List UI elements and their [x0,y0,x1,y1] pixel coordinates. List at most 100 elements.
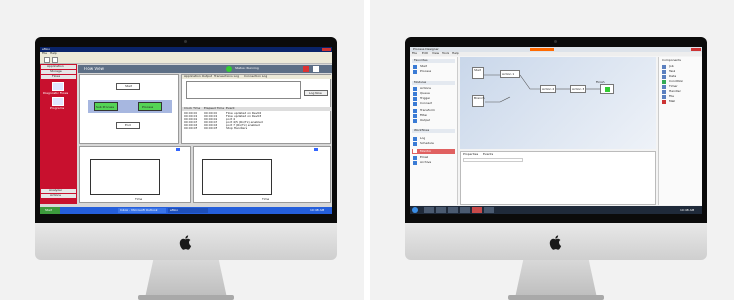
file-icon [662,95,666,99]
sidebar-item-transform[interactable]: Transform [413,109,455,113]
log-cell: 00:00:05 [204,127,218,130]
sidebar-item-monitor[interactable]: Monitor [412,149,455,154]
sidebar-actions[interactable]: Actions [50,194,61,197]
palette-item-label: Timer [669,85,678,88]
palette-item-handler[interactable]: Handler [662,90,700,94]
sidebar-item-log[interactable]: Log [413,137,455,141]
node-finish-label: Finish [596,81,605,84]
menu-file[interactable]: File [42,52,47,55]
sidebar-heading-application[interactable]: Application [47,65,64,68]
sidebar-icon-label-1: Diagnostic Flows [43,92,69,95]
flow-node-process[interactable]: Process [138,102,162,111]
sidebar-section-workflows[interactable]: Workflows [414,129,429,132]
taskbar-app-icon[interactable] [484,207,494,213]
chart-pane-left: Time [79,146,191,203]
active-ribbon-tab[interactable] [530,48,554,51]
right-app-screen: Process Designer File Edit View Tools He… [410,47,702,214]
toolbar-forward-icon[interactable] [52,57,58,63]
sidebar-analyzer[interactable]: Analyzer [49,189,62,192]
node-start[interactable]: Start [472,67,484,79]
sidebar-heading-storage[interactable]: Storage [50,70,62,73]
trigger-icon [413,97,417,101]
palette-item-file[interactable]: File [662,95,700,99]
sidebar-item-output[interactable]: Output [413,119,455,123]
diagnostic-flows-icon[interactable] [52,82,64,91]
sidebar-item-actions[interactable]: Actions [413,87,455,91]
node-action-3[interactable]: Action 3 [570,85,586,93]
sidebar-item-filter[interactable]: Filter [413,114,455,118]
palette-item-label: Mail [669,100,676,103]
toolbar-back-icon[interactable] [44,57,50,63]
taskbar-item-emoo[interactable]: eMoo [168,208,208,213]
node-action-1[interactable]: Action 1 [500,70,520,78]
app-sidebar: Application Storage Flows Diagnostic Flo… [40,64,77,204]
palette-item-label: Job [669,65,674,68]
start-button[interactable]: Start [40,207,60,214]
log-now-button[interactable]: Log Now [304,90,328,96]
task-icon [662,70,666,74]
chart-nav-icon[interactable] [314,148,318,151]
output-textbox[interactable] [186,81,301,99]
menu-view[interactable]: View [432,52,439,55]
sidebar-item-schedule[interactable]: Schedule [413,142,455,146]
sidebar-item-email[interactable]: Email [413,156,455,160]
monitor-icon [413,149,417,153]
palette-item-label: File [669,95,675,98]
taskbar-app-icon[interactable] [436,207,446,213]
menu-edit[interactable]: Edit [422,52,428,55]
flow-node-process-label: Process [142,106,154,109]
palette-item-job[interactable]: Job [662,65,700,69]
tab-events[interactable]: Events [483,153,493,156]
sidebar-item-label: Queue [420,92,430,95]
close-icon[interactable] [691,48,701,51]
palette-item-timer[interactable]: Timer [662,85,700,89]
taskbar-item-outlook[interactable]: Inbox - Microsoft Outlook [118,208,166,213]
monitor-foot [508,295,604,300]
apple-logo-icon [179,235,192,250]
palette-item-data[interactable]: Data [662,75,700,79]
taskbar-app-icon[interactable] [424,207,434,213]
menu-help[interactable]: Help [50,52,57,55]
sidebar-item-trigger[interactable]: Trigger [413,97,455,101]
tab-transactions-log[interactable]: Transactions Log [214,75,239,78]
sidebar-item-connect[interactable]: Connect [413,102,455,106]
sidebar-item-label: Schedule [420,142,434,145]
sidebar-item-process[interactable]: Process [413,70,455,74]
tab-properties[interactable]: Properties [463,153,478,156]
taskbar-app-icon[interactable] [448,207,458,213]
programs-icon[interactable] [52,97,64,106]
chart-nav-icon[interactable] [176,148,180,151]
node-branch[interactable]: Branch [472,95,485,107]
camera-icon [554,40,557,43]
status-label: Status: Running [235,67,259,70]
palette-item-mail[interactable]: Mail [662,100,700,104]
sidebar-item-queue[interactable]: Queue [413,92,455,96]
menu-help[interactable]: Help [452,52,459,55]
taskbar-app-icon[interactable] [460,207,470,213]
tab-connection-log[interactable]: Connection Log [244,75,267,78]
stop-button[interactable] [303,66,309,72]
sidebar-item-label: Connect [420,102,433,105]
flow-node-end[interactable]: End [116,122,140,129]
palette-item-condition[interactable]: Condition [662,80,700,84]
sidebar-heading-flows[interactable]: Flows [52,75,60,78]
sidebar-section-favorites[interactable]: Favorites [414,59,428,62]
flow-node-start[interactable]: Start [116,83,140,90]
taskbar-app-icon[interactable] [472,207,482,213]
node-finish[interactable] [600,84,614,94]
property-field[interactable] [463,158,523,162]
menu-file[interactable]: File [412,52,417,55]
sidebar-item-start[interactable]: Start [413,65,455,69]
sidebar-item-archive[interactable]: Archive [413,161,455,165]
tab-application-output[interactable]: Application Output [184,75,212,78]
close-icon[interactable] [322,48,331,51]
node-action-2[interactable]: Action 2 [540,85,556,93]
flow-node-subprocess[interactable]: Sub Process [94,102,118,111]
sidebar-section-modules[interactable]: Modules [414,81,426,84]
toolbar [40,56,332,64]
palette-item-task[interactable]: Task [662,70,700,74]
chart-pane-right: Time [193,146,331,203]
windows-start-icon[interactable] [412,207,418,213]
menu-tools[interactable]: Tools [442,52,449,55]
settings-button[interactable] [313,66,319,72]
